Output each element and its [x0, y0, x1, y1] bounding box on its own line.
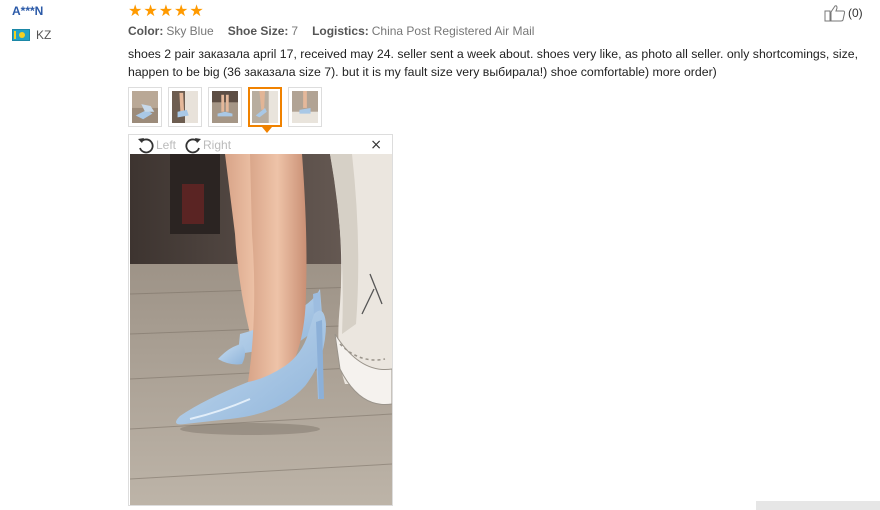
star-rating: ★ ★ ★ ★ ★ — [128, 3, 204, 19]
rotate-right-button[interactable]: Right — [184, 136, 231, 154]
review-thumbnail[interactable] — [288, 87, 322, 127]
image-viewer: Left Right × — [128, 134, 393, 506]
rotate-right-icon — [185, 138, 202, 154]
review-thumbnails — [128, 87, 322, 133]
reviewer-name: A***N — [12, 4, 44, 18]
rotate-right-label: Right — [203, 138, 232, 152]
rotate-left-button[interactable]: Left — [137, 136, 176, 154]
review-thumbnail[interactable] — [168, 87, 202, 127]
country-code: KZ — [36, 28, 52, 42]
helpful-button[interactable]: (0) — [824, 4, 863, 22]
star-icon: ★ — [128, 1, 143, 20]
star-icon: ★ — [143, 1, 158, 20]
helpful-count: (0) — [848, 6, 863, 20]
attr-shoe-size: Shoe Size: 7 — [227, 24, 299, 38]
viewer-toolbar: Left Right × — [129, 135, 392, 155]
review-photo — [130, 154, 392, 505]
star-icon: ★ — [174, 1, 189, 20]
rotate-left-icon — [138, 138, 154, 154]
close-viewer-button[interactable]: × — [370, 137, 382, 153]
flag-icon — [12, 29, 30, 41]
review-thumbnail-selected[interactable] — [248, 87, 282, 133]
review-thumbnail[interactable] — [208, 87, 242, 127]
review-thumbnail[interactable] — [128, 87, 162, 127]
reviewer-info: A***N KZ — [12, 4, 51, 42]
star-icon: ★ — [158, 1, 174, 20]
review-text: shoes 2 pair заказала april 17, received… — [128, 47, 859, 79]
reviewer-country: KZ — [12, 28, 51, 42]
order-attributes: Color: Sky Blue Shoe Size: 7 Logistics: Chi… — [128, 24, 548, 38]
attr-color: Color: Sky Blue — [128, 24, 214, 38]
star-icon: ★ — [189, 1, 204, 20]
thumbs-up-icon — [824, 5, 846, 22]
shoe-photo-image — [130, 154, 392, 505]
scroll-edge — [756, 501, 880, 510]
attr-logistics: Logistics: China Post Registered Air Mail — [312, 24, 535, 38]
rotate-left-label: Left — [156, 138, 177, 152]
